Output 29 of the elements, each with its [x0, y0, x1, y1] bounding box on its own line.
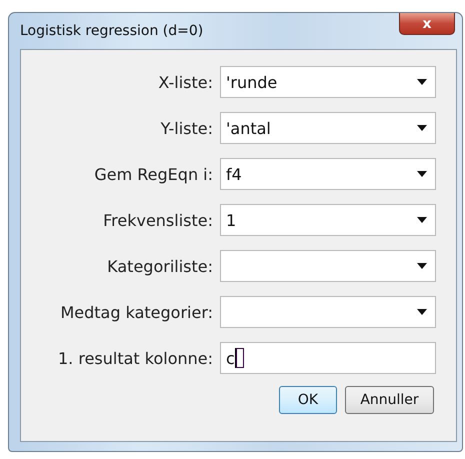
dropdown-arrow-icon [417, 263, 427, 269]
dropdown[interactable]: 'runde [220, 66, 436, 98]
dropdown-arrow-icon [417, 79, 427, 85]
template-box-icon [236, 348, 244, 368]
field-label: Medtag kategorier: [60, 302, 213, 322]
dropdown[interactable]: 1 [220, 204, 436, 236]
dropdown[interactable]: 'antal [220, 112, 436, 144]
dropdown[interactable] [220, 296, 436, 328]
input-field[interactable]: c [220, 342, 436, 374]
field-label: 1. resultat kolonne: [58, 348, 213, 368]
dropdown[interactable]: f4 [220, 158, 436, 190]
dropdown-value: f4 [226, 164, 243, 184]
window-title: Logistisk regression (d=0) [20, 23, 204, 39]
dropdown-arrow-icon [417, 125, 427, 131]
dropdown-arrow-icon [417, 171, 427, 177]
dropdown-value: 'antal [226, 118, 272, 138]
field-label: X-liste: [158, 72, 213, 92]
close-button[interactable]: x [399, 13, 455, 35]
dropdown-arrow-icon [417, 309, 427, 315]
cancel-button[interactable]: Annuller [345, 386, 434, 414]
dropdown-arrow-icon [417, 217, 427, 223]
field-label: Frekvensliste: [103, 210, 213, 230]
field-label: Kategoriliste: [107, 256, 213, 276]
dropdown-value: 'runde [226, 72, 278, 92]
field-label: Y-liste: [160, 118, 213, 138]
dropdown[interactable] [220, 250, 436, 282]
ok-button[interactable]: OK [279, 386, 337, 414]
field-label: Gem RegEqn i: [94, 164, 213, 184]
dropdown-value: 1 [226, 210, 238, 230]
